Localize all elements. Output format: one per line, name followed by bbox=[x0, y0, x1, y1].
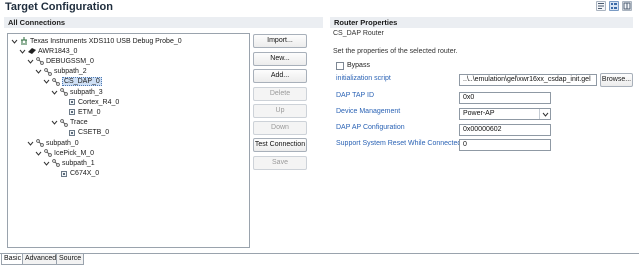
tree-node-label: Texas Instruments XDS110 USB Debug Probe… bbox=[30, 37, 182, 45]
cpu-icon bbox=[60, 170, 68, 178]
device-mgmt-select[interactable]: Power-AP bbox=[459, 108, 551, 120]
route-icon bbox=[52, 77, 60, 86]
new-button[interactable]: New... bbox=[253, 52, 307, 66]
tree-node-label: subpath_0 bbox=[46, 139, 79, 147]
chevron-down-icon[interactable] bbox=[19, 48, 26, 55]
tab-advanced[interactable]: Advanced bbox=[22, 254, 60, 265]
form-view-icon[interactable] bbox=[609, 1, 619, 11]
tree-node[interactable]: AWR1843_0 bbox=[19, 46, 77, 56]
route-icon bbox=[36, 57, 44, 66]
tree-node-label: subpath_3 bbox=[70, 88, 103, 96]
init-script-label: initialization script bbox=[336, 75, 391, 82]
dap-tap-id-label: DAP TAP ID bbox=[336, 92, 374, 99]
tree-node[interactable]: subpath_2 bbox=[35, 67, 87, 77]
route-icon bbox=[52, 159, 60, 168]
tree-node[interactable]: DEBUGSSM_0 bbox=[27, 56, 94, 66]
source-view-icon[interactable] bbox=[596, 1, 606, 11]
connections-header: All Connections bbox=[4, 17, 323, 28]
chevron-down-icon[interactable] bbox=[51, 119, 58, 126]
dap-ap-config-label: DAP AP Configuration bbox=[336, 124, 405, 131]
init-script-field[interactable]: ..\..\emulation\gel\xwr16xx_csdap_init.g… bbox=[459, 74, 597, 86]
tree-node[interactable]: CS_DAP_0 bbox=[43, 77, 102, 87]
browse-button[interactable]: Browse... bbox=[600, 73, 633, 87]
bypass-label: Bypass bbox=[347, 62, 370, 69]
route-icon bbox=[44, 149, 52, 158]
chevron-down-icon[interactable] bbox=[27, 58, 34, 65]
device-mgmt-label: Device Management bbox=[336, 108, 401, 115]
advanced-view-icon[interactable] bbox=[622, 1, 632, 11]
tree-node[interactable]: subpath_1 bbox=[43, 158, 95, 168]
down-button[interactable]: Down bbox=[253, 121, 307, 135]
dap-tap-id-field[interactable]: 0x0 bbox=[459, 92, 551, 104]
bypass-checkbox[interactable] bbox=[336, 62, 344, 70]
tree-node[interactable]: IcePick_M_0 bbox=[35, 148, 94, 158]
tree-node[interactable]: CSETB_0 bbox=[59, 128, 109, 138]
editor-tab-bar bbox=[0, 253, 639, 266]
device-mgmt-value: Power-AP bbox=[463, 110, 495, 117]
tree-node[interactable]: subpath_3 bbox=[51, 87, 103, 97]
tree-node-label: C674X_0 bbox=[70, 170, 100, 178]
tab-basic[interactable]: Basic bbox=[1, 254, 25, 265]
save-button[interactable]: Save bbox=[253, 156, 307, 170]
tree-node-label: IcePick_M_0 bbox=[54, 149, 95, 157]
tree-node-label: subpath_1 bbox=[62, 159, 95, 167]
chevron-down-icon[interactable] bbox=[35, 150, 42, 157]
route-icon bbox=[36, 139, 44, 147]
chevron-down-icon[interactable] bbox=[51, 89, 58, 96]
import-button[interactable]: Import... bbox=[253, 34, 307, 48]
page-title: Target Configuration bbox=[5, 1, 113, 13]
cpu-icon bbox=[68, 129, 76, 137]
properties-header: Router Properties bbox=[330, 17, 633, 28]
chevron-down-icon[interactable] bbox=[43, 160, 50, 167]
tab-source[interactable]: Source bbox=[56, 254, 85, 265]
up-button[interactable]: Up bbox=[253, 104, 307, 118]
tree-node[interactable]: Cortex_R4_0 bbox=[59, 97, 119, 107]
chevron-down-icon[interactable] bbox=[539, 109, 550, 119]
route-icon bbox=[60, 88, 68, 96]
support-reset-field[interactable]: 0 bbox=[459, 139, 551, 151]
delete-button[interactable]: Delete bbox=[253, 87, 307, 101]
cpu-icon bbox=[68, 108, 76, 116]
router-subtitle: CS_DAP Router bbox=[333, 30, 384, 37]
tree-node[interactable]: C674X_0 bbox=[51, 169, 99, 179]
tree-node-label: Trace bbox=[70, 119, 88, 127]
tree-node-label: subpath_2 bbox=[54, 68, 87, 76]
dap-ap-config-field[interactable]: 0x00000602 bbox=[459, 124, 551, 136]
route-icon bbox=[60, 118, 68, 127]
route-icon bbox=[44, 67, 52, 76]
tree-node[interactable]: Texas Instruments XDS110 USB Debug Probe… bbox=[11, 36, 182, 46]
tree-node[interactable]: ETM_0 bbox=[59, 107, 101, 117]
probe-icon bbox=[20, 37, 28, 45]
tree-node-label: CS_DAP_0 bbox=[62, 77, 102, 87]
chevron-down-icon[interactable] bbox=[43, 78, 50, 85]
chip-icon bbox=[28, 47, 36, 55]
tree-node[interactable]: subpath_0 bbox=[27, 138, 79, 148]
add-button[interactable]: Add... bbox=[253, 69, 307, 83]
chevron-down-icon[interactable] bbox=[27, 140, 34, 147]
chevron-down-icon[interactable] bbox=[11, 38, 18, 45]
support-reset-label: Support System Reset While Connected bbox=[336, 140, 462, 147]
tree-node-label: ETM_0 bbox=[78, 108, 101, 116]
properties-description: Set the properties of the selected route… bbox=[333, 48, 458, 55]
cpu-icon bbox=[68, 98, 76, 106]
tree-node-label: AWR1843_0 bbox=[38, 47, 78, 55]
connections-tree[interactable]: Texas Instruments XDS110 USB Debug Probe… bbox=[7, 33, 250, 248]
chevron-down-icon[interactable] bbox=[35, 68, 42, 75]
tree-node-label: DEBUGSSM_0 bbox=[46, 57, 94, 65]
tree-node[interactable]: Trace bbox=[51, 118, 88, 128]
test-connection-button[interactable]: Test Connection bbox=[253, 138, 307, 152]
tree-node-label: Cortex_R4_0 bbox=[78, 98, 120, 106]
tree-node-label: CSETB_0 bbox=[78, 129, 110, 137]
